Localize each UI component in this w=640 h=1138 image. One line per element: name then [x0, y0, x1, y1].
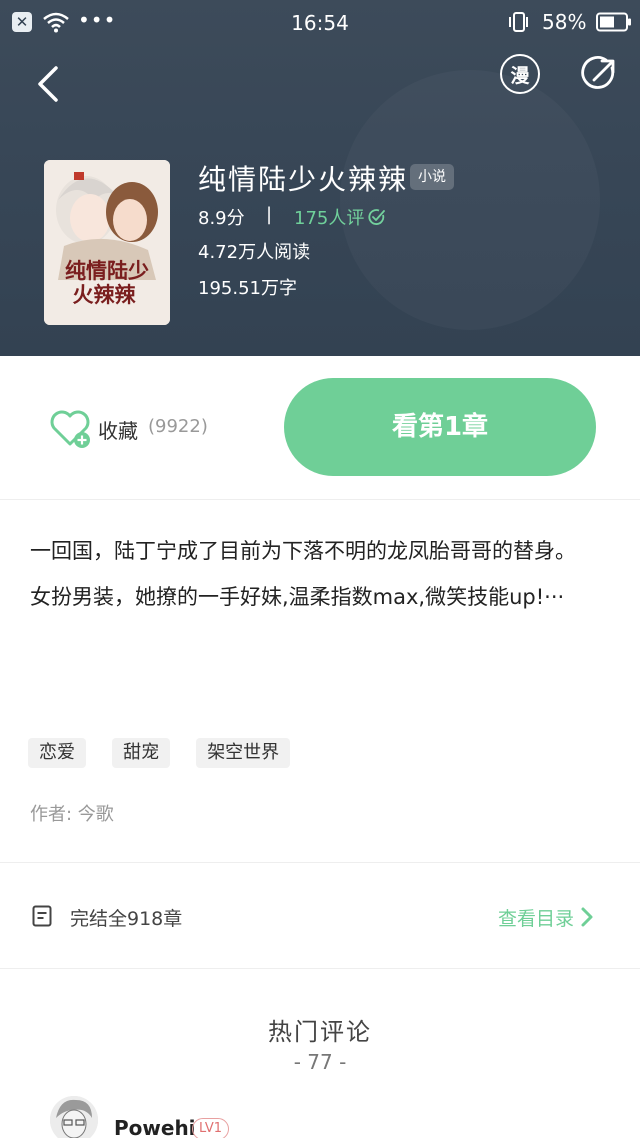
divider — [0, 968, 640, 969]
favorite-label: 收藏 — [98, 419, 138, 443]
reviews-link[interactable]: 175人评 — [294, 204, 386, 230]
user-level-badge: LV1 — [192, 1118, 229, 1138]
book-title: 纯情陆少火辣辣 — [198, 163, 409, 196]
manga-switch-button[interactable]: 漫 — [500, 54, 542, 96]
hot-comments-count: - 77 - — [293, 1050, 347, 1074]
book-word-count: 195.51万字 — [198, 278, 297, 299]
chapters-status: 完结全918章 — [70, 908, 183, 930]
book-cover[interactable]: 纯情陆少 火辣辣 — [44, 160, 170, 325]
favorite-count: (9922) — [148, 416, 208, 437]
tag-list: 恋爱 甜宠 架空世界 — [28, 738, 311, 770]
book-reads: 4.72万人阅读 — [198, 242, 311, 263]
table-of-contents-link[interactable]: 查看目录 — [498, 904, 594, 931]
back-icon[interactable] — [30, 60, 70, 108]
description-line-1: 一回国，陆丁宁成了目前为下落不明的龙凤胎哥哥的替身。 — [30, 539, 576, 563]
cover-illustration: 纯情陆少 火辣辣 — [44, 160, 170, 325]
book-header: ✕ ••• 16:54 58% 漫 纯情陆少 火辣辣 纯情陆少火辣辣 小说 8.… — [0, 0, 640, 356]
rating-separator: | — [266, 204, 273, 225]
battery-icon — [596, 12, 631, 32]
chevron-right-icon — [581, 907, 593, 927]
reviews-count: 175人评 — [294, 208, 365, 229]
tag-fantasy-world[interactable]: 架空世界 — [196, 738, 291, 768]
svg-text:火辣辣: 火辣辣 — [73, 282, 137, 307]
book-type-badge: 小说 — [410, 164, 454, 190]
hot-comments-title: 热门评论 — [268, 1018, 372, 1046]
action-row: 收藏 (9922) 看第1章 — [0, 356, 640, 500]
avatar-illustration — [50, 1096, 98, 1138]
svg-text:纯情陆少: 纯情陆少 — [65, 258, 149, 283]
read-chapter-button[interactable]: 看第1章 — [284, 378, 596, 476]
battery-percent: 58% — [542, 10, 587, 34]
share-icon[interactable] — [580, 54, 620, 94]
book-rating: 8.9分 — [198, 208, 245, 229]
toc-label: 查看目录 — [498, 908, 575, 930]
book-description: 一回国，陆丁宁成了目前为下落不明的龙凤胎哥哥的替身。 女扮男装，她撩的一手好妹,… — [30, 528, 620, 620]
book-author: 作者: 今歌 — [30, 804, 114, 825]
vibrate-icon — [509, 12, 528, 32]
comment-username[interactable]: Powehi — [114, 1116, 196, 1138]
manga-switch-label: 漫 — [510, 65, 530, 87]
check-edit-icon — [368, 209, 386, 225]
description-line-2: 女扮男装，她撩的一手好妹,温柔指数max,微笑技能up!··· — [30, 585, 565, 609]
chapters-row[interactable]: 完结全918章 查看目录 — [0, 864, 640, 968]
status-bar: ✕ ••• 16:54 58% — [0, 0, 640, 44]
document-icon — [32, 905, 52, 927]
tag-sweet[interactable]: 甜宠 — [112, 738, 171, 768]
divider — [0, 862, 640, 863]
avatar[interactable] — [50, 1096, 98, 1138]
heart-plus-icon — [50, 410, 90, 448]
tag-romance[interactable]: 恋爱 — [28, 738, 86, 768]
